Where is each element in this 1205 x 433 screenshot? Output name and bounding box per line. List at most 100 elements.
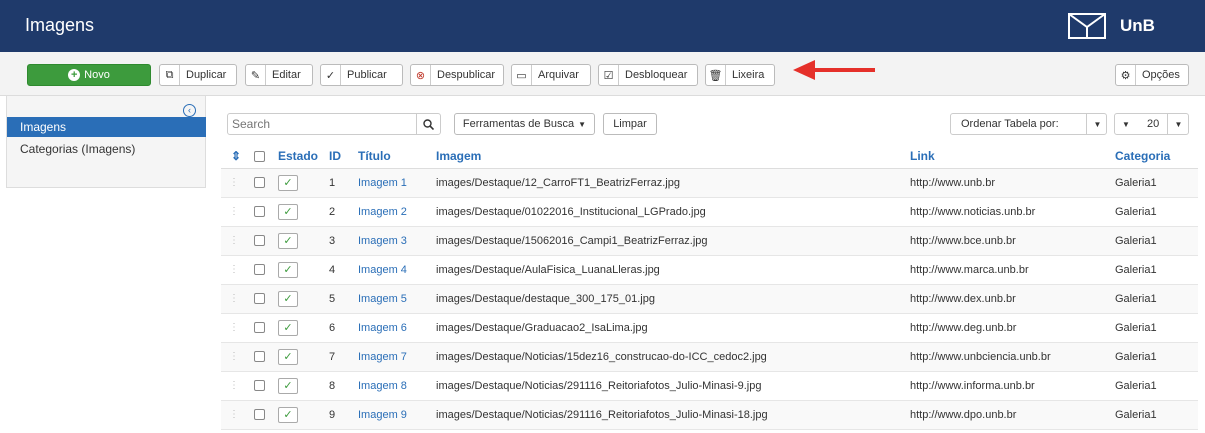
limit-select[interactable]: ▼ 20 ▼ (1114, 113, 1189, 135)
row-link: http://www.unbciencia.unb.br (910, 342, 1115, 372)
header-id[interactable]: ID (329, 144, 358, 169)
unb-logo-icon (1068, 13, 1106, 39)
caret-down-icon: ▼ (578, 119, 587, 129)
sidebar-item-categorias[interactable]: Categorias (Imagens) (7, 139, 206, 159)
row-select-cell (254, 255, 278, 285)
row-checkbox[interactable] (254, 235, 265, 247)
publish-button[interactable]: ✓ Publicar (320, 64, 403, 86)
trash-button[interactable]: 🗑 Lixeira (705, 64, 775, 86)
published-check-icon[interactable]: ✓ (278, 203, 298, 220)
sort-icon[interactable]: ⇕ (221, 144, 254, 169)
unlock-label: Desbloquear (625, 69, 688, 81)
drag-handle-icon[interactable]: ⋮ (221, 371, 254, 401)
published-check-icon[interactable]: ✓ (278, 348, 298, 365)
header-categoria[interactable]: Categoria (1115, 144, 1198, 169)
new-button-label: Novo (84, 69, 110, 81)
options-button[interactable]: ⚙ Opções (1115, 64, 1189, 86)
row-title-link[interactable]: Imagem 2 (358, 206, 407, 218)
search-button[interactable] (416, 114, 440, 134)
header-estado[interactable]: Estado (278, 144, 329, 169)
row-title-link[interactable]: Imagem 3 (358, 235, 407, 247)
row-title-link[interactable]: Imagem 8 (358, 380, 407, 392)
row-state-cell: ✓ (278, 342, 329, 372)
row-title-cell: Imagem 9 (358, 400, 436, 430)
annotation-arrow-icon (793, 60, 875, 80)
row-id: 1 (329, 168, 358, 198)
archive-button[interactable]: ▭ Arquivar (511, 64, 591, 86)
row-state-cell: ✓ (278, 284, 329, 314)
drag-handle-icon[interactable]: ⋮ (221, 284, 254, 314)
row-select-cell (254, 371, 278, 401)
drag-handle-icon[interactable]: ⋮ (221, 226, 254, 256)
search-box (227, 113, 441, 135)
row-image: images/Destaque/12_CarroFT1_BeatrizFerra… (436, 168, 910, 198)
search-tools-label: Ferramentas de Busca (462, 118, 575, 130)
row-checkbox[interactable] (254, 409, 265, 421)
search-tools-button[interactable]: Ferramentas de Busca ▼ (454, 113, 595, 135)
limit-value: 20 (1147, 118, 1160, 130)
unlock-button[interactable]: ☑ Desbloquear (598, 64, 698, 86)
table-row: ⋮ ✓ 8 Imagem 8 images/Destaque/Noticias/2911… (221, 371, 1198, 401)
row-checkbox[interactable] (254, 380, 265, 392)
row-checkbox[interactable] (254, 351, 265, 363)
drag-handle-icon[interactable]: ⋮ (221, 255, 254, 285)
clear-button[interactable]: Limpar (603, 113, 657, 135)
published-check-icon[interactable]: ✓ (278, 232, 298, 249)
duplicate-button[interactable]: ⧉ Duplicar (159, 64, 237, 86)
header-imagem[interactable]: Imagem (436, 144, 910, 169)
new-button[interactable]: + Novo (27, 64, 151, 86)
publish-label: Publicar (347, 69, 387, 81)
row-category: Galeria1 (1115, 197, 1198, 227)
unpublish-button[interactable]: ⊗ Despublicar (410, 64, 504, 86)
row-title-link[interactable]: Imagem 9 (358, 409, 407, 421)
header-link[interactable]: Link (910, 144, 1115, 169)
row-checkbox[interactable] (254, 264, 265, 276)
header-titulo[interactable]: Título (358, 144, 436, 169)
trash-label: Lixeira (732, 69, 765, 81)
published-check-icon[interactable]: ✓ (278, 290, 298, 307)
row-id: 9 (329, 400, 358, 430)
published-check-icon[interactable]: ✓ (278, 261, 298, 278)
order-select[interactable]: Ordenar Tabela por: ▼ (950, 113, 1107, 135)
row-checkbox[interactable] (254, 293, 265, 305)
row-title-link[interactable]: Imagem 6 (358, 322, 407, 334)
drag-handle-icon[interactable]: ⋮ (221, 197, 254, 227)
row-title-link[interactable]: Imagem 4 (358, 264, 407, 276)
drag-handle-icon[interactable]: ⋮ (221, 400, 254, 430)
row-category: Galeria1 (1115, 400, 1198, 430)
published-check-icon[interactable]: ✓ (278, 319, 298, 336)
row-link: http://www.unb.br (910, 168, 1115, 198)
row-category: Galeria1 (1115, 313, 1198, 343)
row-select-cell (254, 400, 278, 430)
unpublish-label: Despublicar (437, 69, 496, 81)
collapse-sidebar-icon[interactable]: ‹ (183, 104, 196, 117)
published-check-icon[interactable]: ✓ (278, 406, 298, 423)
select-all-checkbox[interactable] (254, 151, 265, 163)
row-image: images/Destaque/AulaFisica_LuanaLleras.j… (436, 255, 910, 285)
row-id: 3 (329, 226, 358, 256)
published-check-icon[interactable]: ✓ (278, 174, 298, 191)
row-checkbox[interactable] (254, 322, 265, 334)
row-checkbox[interactable] (254, 177, 265, 189)
row-title-link[interactable]: Imagem 7 (358, 351, 407, 363)
drag-handle-icon[interactable]: ⋮ (221, 168, 254, 198)
sidebar: ‹ Imagens Categorias (Imagens) (6, 96, 206, 188)
sidebar-item-imagens[interactable]: Imagens (7, 117, 206, 137)
drag-handle-icon[interactable]: ⋮ (221, 313, 254, 343)
published-check-icon[interactable]: ✓ (278, 377, 298, 394)
trash-icon: 🗑 (706, 65, 726, 85)
row-image: images/Destaque/destaque_300_175_01.jpg (436, 284, 910, 314)
row-checkbox[interactable] (254, 206, 265, 218)
row-select-cell (254, 197, 278, 227)
row-title-link[interactable]: Imagem 1 (358, 177, 407, 189)
row-select-cell (254, 284, 278, 314)
archive-icon: ▭ (512, 65, 532, 85)
row-id: 5 (329, 284, 358, 314)
row-link: http://www.informa.unb.br (910, 371, 1115, 401)
drag-handle-icon[interactable]: ⋮ (221, 342, 254, 372)
search-input[interactable] (228, 114, 417, 134)
row-link: http://www.dpo.unb.br (910, 400, 1115, 430)
images-table: ⇕ Estado ID Título Imagem Link Categoria… (221, 144, 1198, 430)
edit-button[interactable]: ✎ Editar (245, 64, 313, 86)
row-title-link[interactable]: Imagem 5 (358, 293, 407, 305)
